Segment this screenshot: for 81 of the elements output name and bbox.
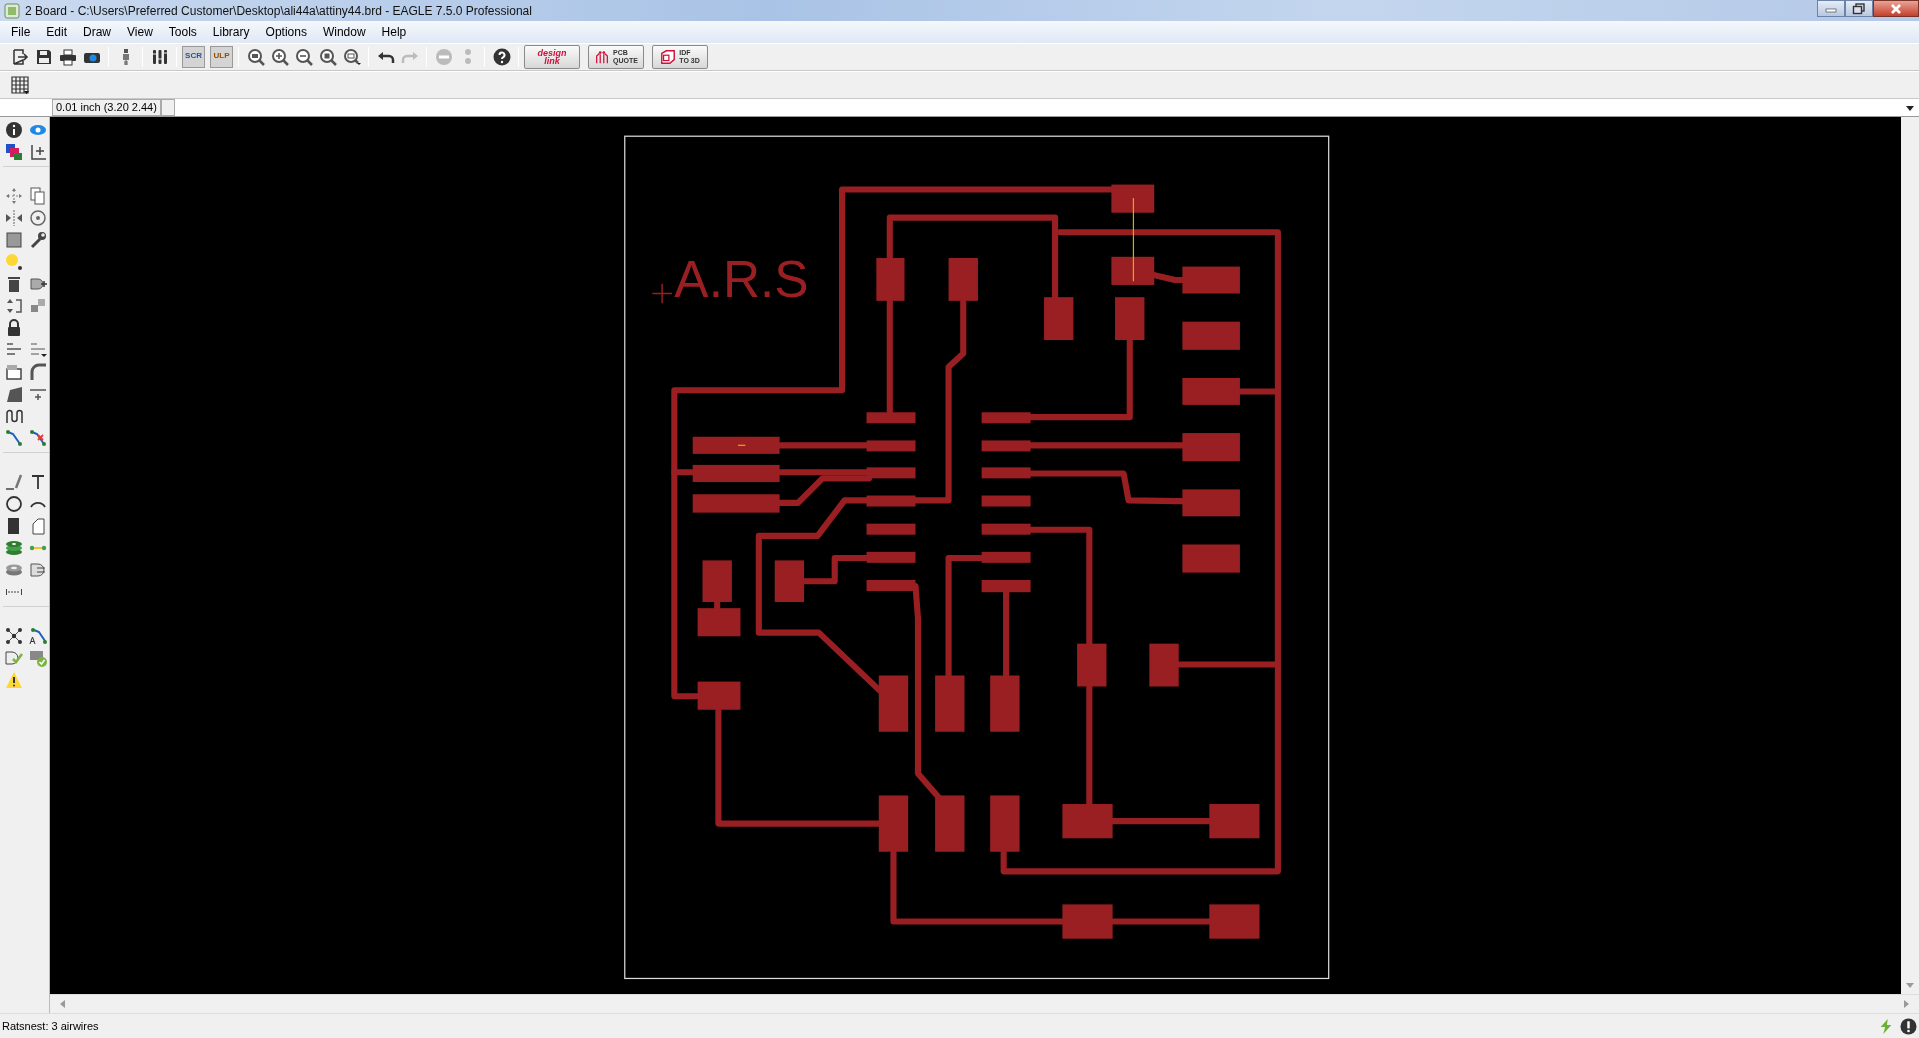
smd-pad [866,467,916,479]
smd-pad [866,495,916,507]
airwire [737,444,746,446]
smd-pad [981,551,1031,563]
menu-item[interactable]: Window [314,23,374,41]
smd-pad [878,675,909,732]
app-icon [4,2,20,19]
smd-pad [774,560,805,602]
smd-pad [981,523,1031,535]
restore-button[interactable] [1845,0,1873,17]
menu-item[interactable]: Library [204,23,258,41]
smd-pad [990,795,1020,852]
smd-pad [1182,489,1240,517]
window-title: 2 Board - C:\Users\Preferred Customer\Desktop\ali44a\attiny44.brd - EAGLE 7.5.0 Professional [25,2,532,20]
circle-icon[interactable] [3,493,25,515]
ratsnest-icon[interactable] [3,625,25,647]
smd-pad [878,795,909,852]
layers-icon[interactable] [3,141,25,163]
restore-icon [1852,2,1866,15]
smd-pad [1182,378,1240,405]
smd-pad [990,675,1020,732]
grid-icon[interactable] [8,73,31,97]
smd-pad [876,258,905,301]
ripup-icon[interactable] [27,427,49,449]
alert-icon[interactable] [1900,1017,1917,1035]
smd-pad [981,580,1031,593]
rotate-icon[interactable] [27,207,49,229]
autorouter-icon[interactable] [27,625,49,647]
script-button[interactable]: SCR [182,46,205,68]
logo-icon [660,49,677,65]
smd-pad [1111,256,1155,285]
smd-pad [1182,544,1240,573]
smd-pad [697,681,741,710]
design-link-button[interactable]: design link [524,45,580,69]
smd-pad [866,440,916,452]
close-button[interactable] [1873,0,1919,17]
smd-pad [866,523,916,535]
menu-item[interactable]: View [119,23,161,41]
smd-pad [1062,904,1113,939]
menu-item[interactable]: Tools [160,23,205,41]
board-label: A.R.S [674,250,809,309]
smd-pad [981,467,1031,479]
smd-pad [1182,266,1240,294]
smd-pad [866,551,916,563]
menu-item[interactable]: Help [373,23,415,41]
smd-pad [1182,433,1240,462]
menu-item[interactable]: Edit [38,23,76,41]
smd-pad [935,795,965,852]
change-icon[interactable] [3,251,25,273]
smd-pad [702,560,732,602]
smd-pad [1149,643,1179,687]
crosshair-mark [651,283,673,305]
smd-pad [935,675,965,732]
coordinate-display: 0.01 inch (3.20 2.44) [52,99,161,116]
smd-pad [866,580,916,591]
smd-pad [981,495,1031,507]
dropdown-arrow-icon[interactable] [1905,103,1915,112]
menu-item[interactable]: File [3,23,39,41]
route-icon[interactable] [3,427,25,449]
menu-item[interactable]: Draw [75,23,120,41]
info-icon[interactable] [3,119,25,141]
smd-pad [981,412,1031,424]
group-icon[interactable] [3,229,25,251]
ulp-button[interactable]: ULP [210,46,233,68]
smd-pad [1209,804,1260,839]
smd-pad [948,258,978,301]
smd-pad [1182,321,1240,350]
smd-pad [1115,297,1145,341]
menu-item[interactable]: Options [257,23,315,41]
smd-pad [1062,804,1113,839]
smd-pad [1209,904,1260,939]
smd-pad [1044,297,1074,341]
smd-pad [1077,643,1107,687]
smd-pad [866,412,916,424]
status-message: Ratsnest: 3 airwires [2,1018,99,1034]
smd-pad [981,440,1031,452]
logo-icon [594,49,611,65]
smd-pad [697,608,741,637]
smd-pad [1111,184,1155,213]
mirror-icon[interactable] [3,207,25,229]
close-icon [1889,2,1903,15]
